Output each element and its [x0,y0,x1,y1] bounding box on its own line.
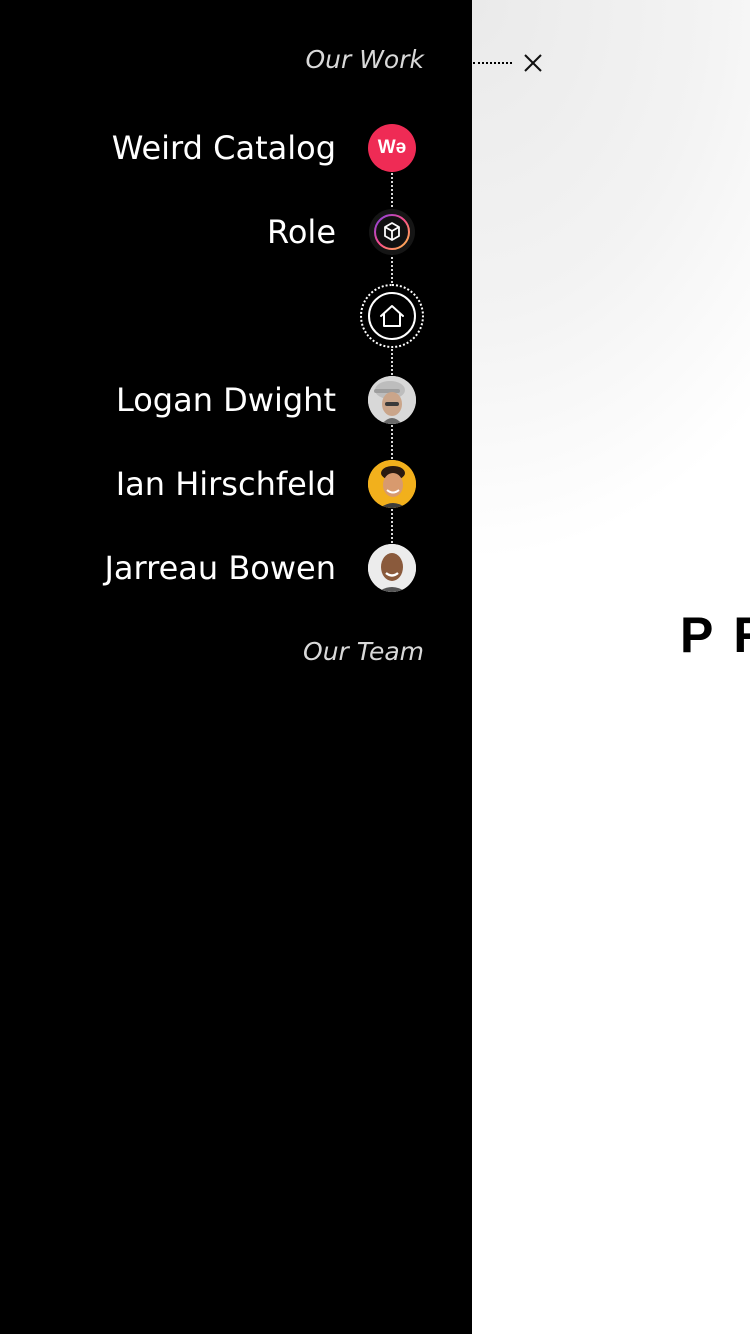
avatar-logan-dwight-icon [368,376,416,424]
section-label-our-work[interactable]: Our Work [305,45,424,74]
weird-catalog-badge-text: Wə [377,137,407,158]
weird-catalog-logo-icon: Wə [368,124,416,172]
menu-item-ian-hirschfeld[interactable]: Ian Hirschfeld [116,454,416,514]
menu-item-weird-catalog[interactable]: Weird Catalog Wə [112,118,416,178]
home-button[interactable] [360,284,424,348]
close-connector-line [473,62,512,64]
role-cube-logo-icon [368,208,416,256]
avatar-jarreau-bowen-icon [368,544,416,592]
menu-item-role[interactable]: Role [267,202,416,262]
close-menu-button[interactable] [518,48,548,78]
menu-drawer: Our Work Weird Catalog Wə Role Logan Dwi… [0,0,472,1334]
home-icon [368,292,416,340]
close-icon [524,54,542,72]
menu-item-logan-dwight[interactable]: Logan Dwight [116,370,416,430]
avatar-ian-hirschfeld-icon [368,460,416,508]
menu-item-label: Jarreau Bowen [104,549,336,587]
menu-item-label: Weird Catalog [111,129,336,167]
main-content: PR [472,0,750,1334]
page-headline: PR [680,607,750,663]
section-label-our-team[interactable]: Our Team [303,637,424,666]
menu-item-label: Role [267,213,336,251]
menu-item-label: Ian Hirschfeld [115,465,336,503]
menu-item-jarreau-bowen[interactable]: Jarreau Bowen [104,538,416,598]
menu-item-label: Logan Dwight [115,381,336,419]
